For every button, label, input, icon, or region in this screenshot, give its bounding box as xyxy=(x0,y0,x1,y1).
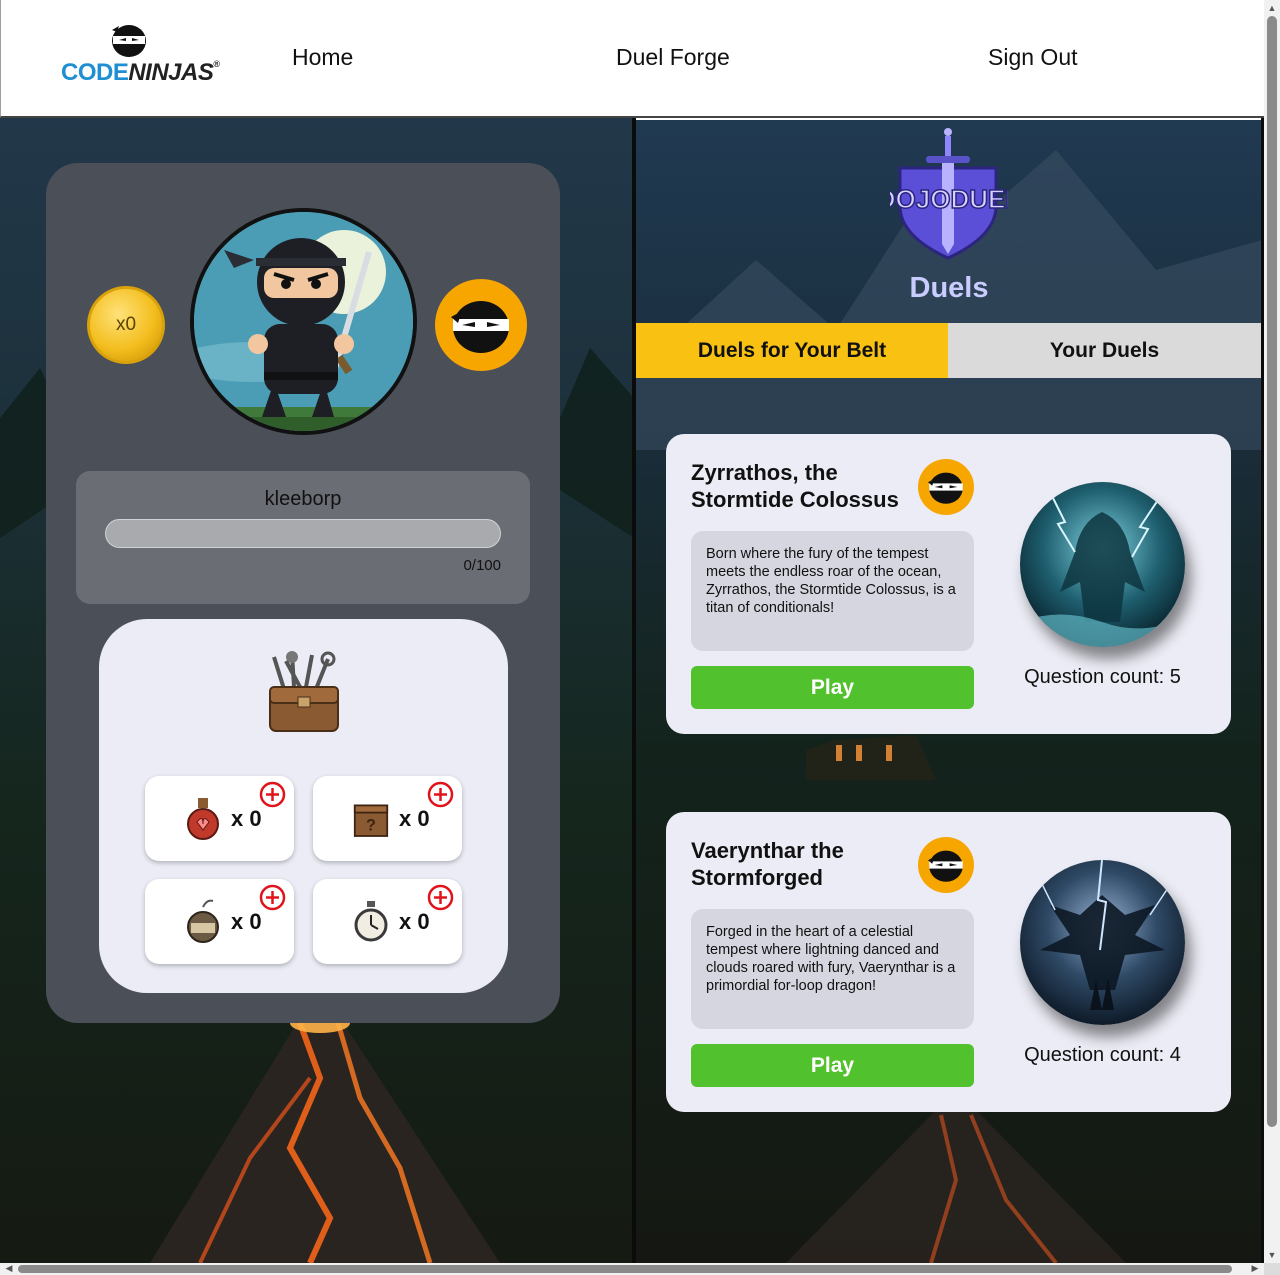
question-count: Question count: 4 xyxy=(1024,1044,1181,1066)
tab-duels-for-your-belt[interactable]: Duels for Your Belt xyxy=(636,323,948,378)
scroll-up-arrow-icon[interactable]: ▲ xyxy=(1264,0,1280,16)
ninja-head-logo-icon xyxy=(112,25,146,57)
play-button[interactable]: Play xyxy=(691,666,974,709)
tab-your-duels[interactable]: Your Duels xyxy=(948,323,1261,378)
question-count: Question count: 5 xyxy=(1024,666,1181,688)
duel-belt-badge xyxy=(918,459,974,515)
add-health-potion-icon[interactable] xyxy=(259,781,286,808)
mystery-box-icon: ? xyxy=(353,804,389,837)
add-stopwatch-icon[interactable] xyxy=(427,884,454,911)
belt-rank-badge xyxy=(435,279,527,371)
item-quantity: x 0 xyxy=(231,806,262,831)
svg-text:?: ? xyxy=(366,817,376,835)
duel-name: Vaerynthar the Stormforged xyxy=(691,838,844,890)
duel-name: Zyrrathos, the Stormtide Colossus xyxy=(691,460,899,512)
boss-portrait-image xyxy=(1020,860,1185,1025)
vertical-scroll-thumb[interactable] xyxy=(1267,16,1277,1127)
inventory-item-health-potion[interactable]: x 0 xyxy=(145,776,294,861)
nav-duel-forge-link[interactable]: Duel Forge xyxy=(616,44,730,71)
duel-card: Zyrrathos, the Stormtide Colossus Born w… xyxy=(666,434,1231,734)
ninja-belt-icon xyxy=(451,301,509,353)
inventory-item-mystery-box[interactable]: ? x 0 xyxy=(313,776,462,861)
nav-sign-out-link[interactable]: Sign Out xyxy=(988,44,1078,71)
duels-heading: Duels xyxy=(909,272,989,304)
add-mystery-box-icon[interactable] xyxy=(427,781,454,808)
scrollbar-corner xyxy=(1264,1263,1280,1275)
logo-wordmark: CODENINJAS® xyxy=(61,59,220,86)
item-quantity: x 0 xyxy=(231,909,262,934)
stopwatch-icon xyxy=(354,901,388,942)
coin-count: x0 xyxy=(115,314,137,335)
scroll-left-arrow-icon[interactable]: ◀ xyxy=(2,1261,16,1275)
user-info-box: kleeborp 0/100 xyxy=(76,471,530,604)
dojoduel-logo-text: DOJODUEL xyxy=(890,184,1008,214)
smoke-bomb-icon xyxy=(187,899,219,943)
code-ninjas-logo[interactable]: CODENINJAS® xyxy=(61,22,220,92)
inventory-item-stopwatch[interactable]: x 0 xyxy=(313,879,462,964)
vertical-scrollbar[interactable]: ▲ ▼ xyxy=(1264,0,1280,1263)
tool-bag-icon xyxy=(269,651,339,732)
duel-belt-badge xyxy=(918,837,974,893)
item-quantity: x 0 xyxy=(399,909,430,934)
xp-progress-label: 0/100 xyxy=(463,557,501,574)
username: kleeborp xyxy=(264,488,342,510)
dojoduel-logo: DOJODUEL xyxy=(890,128,1008,260)
ninja-belt-icon xyxy=(928,472,963,504)
duel-description: Forged in the heart of a celestial tempe… xyxy=(691,909,974,1029)
boss-portrait-image xyxy=(1020,482,1185,647)
ninja-avatar-illustration xyxy=(194,212,413,431)
scroll-right-arrow-icon[interactable]: ▶ xyxy=(1248,1261,1262,1275)
top-navbar: CODENINJAS® Home Duel Forge Sign Out xyxy=(0,0,1264,118)
duel-description: Born where the fury of the tempest meets… xyxy=(691,531,974,651)
horizontal-scroll-thumb[interactable] xyxy=(18,1265,1232,1273)
coin-balance-badge: x0 xyxy=(87,286,165,364)
ninja-belt-icon xyxy=(928,850,963,882)
inventory-panel: x 0 ? x 0 x 0 x 0 xyxy=(99,619,508,993)
scroll-down-arrow-icon[interactable]: ▼ xyxy=(1264,1247,1280,1263)
play-button[interactable]: Play xyxy=(691,1044,974,1087)
item-quantity: x 0 xyxy=(399,806,430,831)
ninja-avatar[interactable] xyxy=(190,208,417,435)
add-smoke-bomb-icon[interactable] xyxy=(259,884,286,911)
nav-home-link[interactable]: Home xyxy=(292,44,353,71)
health-potion-icon xyxy=(187,798,219,840)
duel-card: Vaerynthar the Stormforged Forged in the… xyxy=(666,812,1231,1112)
xp-progress-bar xyxy=(105,519,501,548)
horizontal-scrollbar[interactable]: ◀ ▶ xyxy=(0,1263,1264,1275)
inventory-item-smoke-bomb[interactable]: x 0 xyxy=(145,879,294,964)
